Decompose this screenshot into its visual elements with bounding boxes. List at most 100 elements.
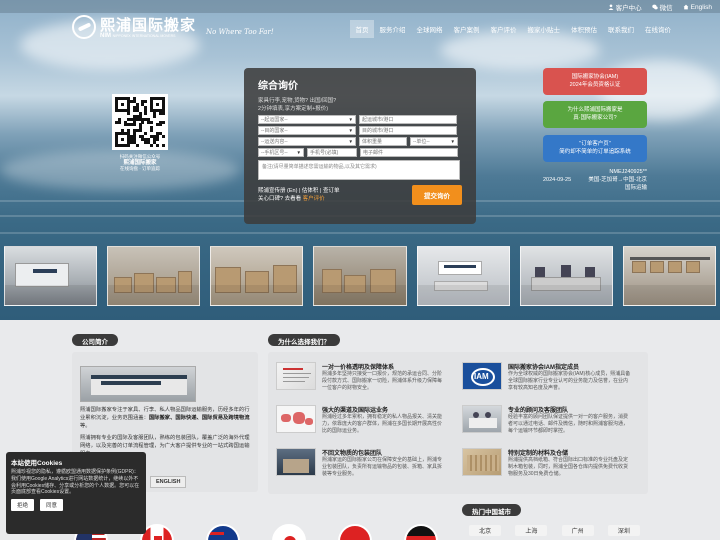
inquiry-sub-1: 家具行李,宠物,货物? 出国/回国?: [258, 98, 337, 104]
about-section-title: 公司简介: [72, 334, 118, 346]
cookie-english-button[interactable]: ENGLISH: [150, 476, 187, 488]
nav-tips[interactable]: 搬家小贴士: [522, 20, 566, 38]
chevron-down-icon: ▼: [450, 139, 455, 144]
english-link[interactable]: English: [683, 2, 712, 12]
main-nav: 首页 服务介绍 全球网络 客户案例 客户评价 搬家小贴士 体积预估 联系我们 在…: [350, 20, 677, 38]
photo-office-reception[interactable]: [416, 246, 510, 306]
about-text: 熙浦国际搬家专注于家具、行李、私人物品国际运输服务，历经多年的行业累积沉淀，业务…: [80, 406, 250, 458]
why-item-price[interactable]: 一对一价格透明及保障体系 熙浦多年坚持只接受一口报价，规范的承运合同、分阶段付款…: [276, 362, 446, 394]
why-item-team[interactable]: 专业的顾问及客服团队 经验丰富的顾问团队保证提供一对一的客户服务，消费者可以通过…: [462, 405, 632, 437]
nav-home[interactable]: 首页: [350, 20, 374, 38]
city-guangzhou[interactable]: 广州: [561, 525, 594, 536]
photo-storage-shelves[interactable]: [622, 246, 716, 306]
chevron-down-icon: ▼: [348, 139, 353, 144]
dest-city-input[interactable]: 目的城市/港口: [359, 126, 457, 135]
why-item-desc: 经验丰富的顾问团队保证提供一对一的客户服务，消费者可以通过电话、邮件及微信，随时…: [508, 414, 629, 434]
city-shenzhen[interactable]: 深圳: [607, 525, 640, 536]
cookie-accept-button[interactable]: 同意: [40, 499, 64, 512]
dest-country-select[interactable]: --目的国家-- ▼: [258, 126, 356, 135]
nav-services[interactable]: 服务介绍: [374, 20, 411, 38]
city-shanghai[interactable]: 上海: [515, 525, 548, 536]
city-beijing[interactable]: 北京: [469, 525, 502, 536]
order-card-line1: "订单客户页": [579, 141, 611, 147]
chevron-down-icon: ▼: [296, 150, 301, 155]
top-links: 客户中心 微信 English: [608, 2, 712, 12]
volume-input[interactable]: 体积重量: [359, 137, 407, 146]
japan-flag-icon[interactable]: [272, 524, 306, 540]
order-card-line2: 简约却不简单的订单追踪系统: [559, 149, 631, 155]
nav-quote[interactable]: 在线询价: [640, 20, 677, 38]
chevron-down-icon: ▼: [348, 128, 353, 133]
why-item-desc: 熙浦经过多年累积，拥有稳定的私人物品报关、清关能力，依靠庞大的客户群体，熙浦在多…: [322, 414, 443, 434]
why-us-card[interactable]: 为什么熙浦国际搬家是 真·国际搬家公司?: [543, 101, 647, 128]
nav-contact[interactable]: 联系我们: [603, 20, 640, 38]
photo-packed-boxes[interactable]: [107, 246, 201, 306]
photo-warehouse-exterior[interactable]: [4, 246, 98, 306]
photo-strip: [4, 246, 716, 306]
cookie-reject-button[interactable]: 拒绝: [11, 499, 35, 512]
nav-cases[interactable]: 客户案例: [448, 20, 485, 38]
inquiry-sub-2: 2分钟填表,享方案定制+报价): [258, 106, 329, 112]
why-item-materials[interactable]: 特别定制的材料及仓储 熙浦提供高档纸箱、符合国际出口标准的专业托盘及定制木箱包装…: [462, 448, 632, 480]
wechat-label: 微信: [659, 5, 673, 12]
why-item-title: 一对一价格透明及保障体系: [322, 365, 395, 371]
inquiry-form: 综合询价 家具行李,宠物,货物? 出国/回国? 2分钟填表,享方案定制+报价) …: [244, 68, 476, 224]
why-item-title: 特别定制的材料及仓储: [508, 451, 569, 457]
see-more-link[interactable]: 去看看: [285, 196, 302, 202]
photo-office-staff[interactable]: [519, 246, 613, 306]
photo-warehouse-interior[interactable]: [313, 246, 407, 306]
content-select[interactable]: --运送内容-- ▼: [258, 137, 356, 146]
estimate-volume-link[interactable]: 估体积: [302, 188, 319, 194]
english-label: English: [690, 3, 712, 11]
submit-quote-button[interactable]: 提交询价: [412, 185, 462, 205]
phone-input[interactable]: 手机号(必填): [307, 148, 357, 157]
nav-reviews[interactable]: 客户评价: [485, 20, 522, 38]
iam-logo-icon: IAM: [462, 362, 502, 390]
company-building-image: [80, 366, 196, 402]
ticker-service: 国际运输: [624, 185, 647, 191]
why-card-line2: 真·国际搬家公司?: [573, 115, 617, 121]
cities-section-title: 热门中国城市: [462, 504, 521, 516]
nav-volume[interactable]: 体积预估: [566, 20, 603, 38]
user-icon: [608, 4, 614, 10]
singapore-flag-icon[interactable]: [338, 524, 372, 540]
nav-network[interactable]: 全球网络: [411, 20, 448, 38]
notes-textarea[interactable]: 备注(请尽量简单描述您需运输的物品,以及其它需求): [258, 160, 460, 180]
why-item-packing[interactable]: 不回文物质的包装团队 熙浦家运的国际搬家公司在保障安全的基础上，熙浦专业包装团队…: [276, 448, 446, 480]
why-item-desc: 熙浦提供高档纸箱、符合国际出口标准的专业托盘及定制木箱包装，同时，熙浦全国各仓库…: [508, 457, 629, 477]
australia-flag-icon[interactable]: [206, 524, 240, 540]
track-order-link[interactable]: 查订单: [323, 188, 340, 194]
photo-crates[interactable]: [210, 246, 304, 306]
about-p1-end: 等。: [80, 423, 91, 429]
logo-cn: 熙浦国际搬家: [100, 16, 197, 34]
world-map-icon: [276, 405, 316, 433]
contract-icon: [276, 362, 316, 390]
wechat-link[interactable]: 微信: [651, 2, 673, 12]
materials-photo-icon: [462, 448, 502, 476]
cookie-title: 本站使用Cookies: [11, 460, 63, 467]
cities-list: 北京 上海 广州 深圳: [462, 525, 647, 536]
unit-select[interactable]: --单位-- ▼: [410, 137, 458, 146]
germany-flag-icon[interactable]: [404, 524, 438, 540]
why-item-channels[interactable]: 强大的渠道及国际运业务 熙浦经过多年累积，拥有稳定的私人物品报关、清关能力，依靠…: [276, 405, 446, 437]
site-logo[interactable]: 熙浦国际搬家 NIM NIPPONEX INTERNATIONAL MOVERS…: [72, 14, 274, 39]
why-item-desc: 熙浦家运的国际搬家公司在保障安全的基础上，熙浦专业包装团队，负责所有运输物品的包…: [322, 457, 443, 477]
reviews-link[interactable]: 客户评价: [303, 196, 325, 202]
customer-center-link[interactable]: 客户中心: [608, 2, 642, 12]
brochure-link[interactable]: 熙浦宣传册 (En): [258, 188, 297, 194]
area-code-select[interactable]: --手机区号-- ▼: [258, 148, 304, 157]
order-ticker: NMEJ240925** 2024-09-25 美国-芝加哥→中国-北京 国际运…: [543, 168, 647, 204]
qr-caption-3: 在线询盘 · 订单追踪: [120, 166, 160, 171]
iam-card-line1: 国际搬家协会(IAM): [571, 74, 619, 80]
email-input[interactable]: 电子邮件: [360, 148, 458, 157]
chevron-down-icon: ▼: [348, 117, 353, 122]
logo-slogan: No Where Too Far!: [206, 27, 274, 36]
ticker-route: 美国-芝加哥→中国-北京: [588, 177, 647, 183]
why-section-title: 为什么选择我们？: [268, 334, 340, 346]
iam-membership-card[interactable]: 国际搬家协会(IAM) 2024年会员资格认证: [543, 68, 647, 95]
origin-country-select[interactable]: --起运国家-- ▼: [258, 115, 356, 124]
why-item-iam[interactable]: IAM 国际搬家协会IAM指定成员 作为全球权威的国际搬家协会(IAM)核心成员…: [462, 362, 632, 394]
cookie-text: 熙浦珍视您的隐私，遵循欧盟通用数据保护条例(GDPR)：我们使用Google A…: [11, 469, 140, 496]
order-tracking-card[interactable]: "订单客户页" 简约却不简单的订单追踪系统: [543, 135, 647, 162]
origin-city-input[interactable]: 起运城市/港口: [359, 115, 457, 124]
